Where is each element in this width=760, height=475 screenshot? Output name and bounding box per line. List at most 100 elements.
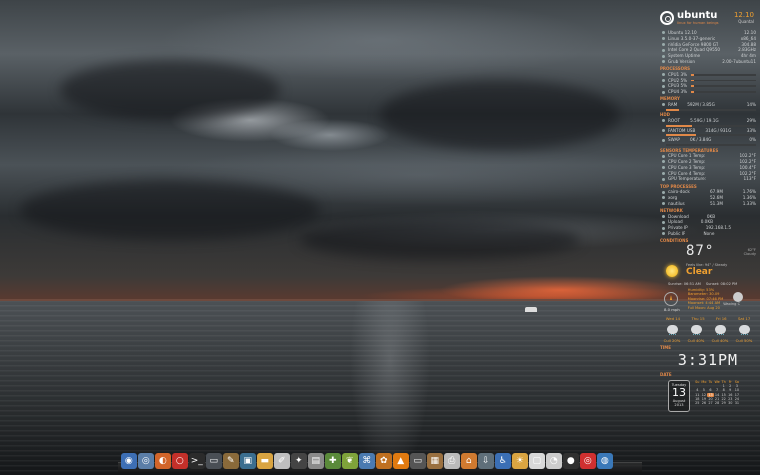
conky-system-monitor: ubuntu linux for human beings 12.10 Quan…	[656, 6, 760, 446]
dark-cloud	[300, 220, 580, 260]
disk-used: 5.59G	[690, 117, 703, 123]
cpu-bar	[691, 91, 756, 93]
digital-clock: 3:31PM	[677, 350, 739, 369]
wind-block: 8.0 mph	[664, 288, 680, 313]
monitor2-launcher[interactable]: ▭	[410, 453, 426, 469]
moon-icon	[733, 291, 744, 302]
accessibility-launcher[interactable]: ♿	[495, 453, 511, 469]
network-value: None	[703, 230, 715, 236]
cpu-bar	[691, 79, 756, 82]
network-icon: ⌘	[362, 455, 372, 466]
terminal-launcher[interactable]: >_	[189, 453, 205, 469]
bookmark-icon: ✚	[328, 455, 337, 466]
disk-icon	[662, 128, 665, 132]
release-version: 12.10 Quantal	[734, 11, 754, 24]
forecast-day: Wed 14	[665, 315, 681, 321]
calendar-day: 29	[721, 401, 726, 406]
calendar-day: 6	[709, 388, 712, 393]
web-browser-launcher[interactable]: ◎	[138, 453, 154, 469]
weather-detail-list: Humidity: 53% Barometer: 30.09 Moonrise:…	[688, 288, 723, 311]
home-folder-launcher[interactable]: ⌂	[461, 453, 477, 469]
leaf-launcher[interactable]: ❦	[342, 453, 358, 469]
disk-label: FANTOM USB	[668, 127, 696, 133]
folder-icon: ▬	[260, 455, 269, 466]
forecast-icons	[656, 322, 760, 338]
recorder-launcher[interactable]: ●	[563, 453, 579, 469]
inkscape-launcher[interactable]: ✦	[291, 453, 307, 469]
conky-header: ubuntu linux for human beings 12.10 Quan…	[656, 6, 760, 30]
firefox-launcher[interactable]: ◐	[155, 453, 171, 469]
network-row: Public IP None	[656, 231, 760, 237]
downloads-icon: ⇩	[481, 455, 490, 466]
earth-icon: ◍	[600, 455, 609, 466]
window-launcher[interactable]: ▢	[529, 453, 545, 469]
cpu-bar	[691, 73, 756, 76]
disk-label: SWAP	[668, 137, 680, 143]
eyes-launcher[interactable]: ◔	[546, 453, 562, 469]
printer-launcher[interactable]: ⎙	[444, 453, 460, 469]
files-launcher[interactable]: ▤	[308, 453, 324, 469]
downloads-launcher[interactable]: ⇩	[478, 453, 494, 469]
calendar-week: 25 26 27 28 29 30 31	[694, 401, 740, 405]
disk-bar	[666, 134, 756, 137]
disk-used: 314G	[705, 127, 717, 133]
calendar-day: 25	[695, 401, 700, 406]
weather-temp-row: 87° 62°F Cloudy	[656, 244, 760, 260]
process-mem: 51.3M	[710, 200, 723, 206]
rain-cloud-icon	[714, 325, 726, 336]
disk-percent: 33%	[746, 127, 756, 133]
thermometer-icon	[662, 177, 665, 181]
weather-icon: ☀	[515, 455, 524, 466]
eyes-icon: ◔	[549, 455, 558, 466]
monitor-launcher[interactable]: ▭	[206, 453, 222, 469]
thermometer-icon	[662, 154, 665, 158]
gimp-icon: ✎	[226, 455, 235, 466]
cpu-row: CPU4 3%	[656, 89, 760, 95]
date-widget: Tuesday 13 August 2013 Su Mo Tu We Th Fr Sa 1 2 3…	[656, 379, 760, 412]
network-launcher[interactable]: ⌘	[359, 453, 375, 469]
condition-label: Clear	[686, 267, 713, 278]
weather-launcher[interactable]: ☀	[512, 453, 528, 469]
lifebuoy-launcher[interactable]: ◎	[580, 453, 596, 469]
process-cpu: 1.33%	[742, 200, 756, 206]
info-bullet-icon	[662, 31, 665, 35]
folder-launcher[interactable]: ▬	[257, 453, 273, 469]
cpu-bullet-icon	[662, 73, 665, 77]
transmission-icon: ✿	[379, 455, 388, 466]
bookmark-launcher[interactable]: ✚	[325, 453, 341, 469]
cairo-dock: ◉ ◎ ◐ ○ >_ ▭ ✎ ▣ ▬ ✐ ✦ ▤ ✚ ❦ ⌘ ✿ ▲ ▭ ▦ ⎙ ⌂ ⇩ ♿ ☀ ▢ ◔ ● ◎ ◍	[118, 449, 642, 473]
recorder-icon: ●	[566, 455, 575, 466]
forecast-value: Cull 40%	[687, 337, 705, 343]
system-info: Ubuntu 12.10 12.10 Linux 3.5.0-37-generic x…	[656, 30, 760, 65]
network-list: Download 0KB Upload 0.0KB Private IP 192.168.…	[656, 214, 760, 237]
ram-label: RAM	[668, 101, 678, 107]
calendar-day: 28	[714, 401, 720, 406]
opera-launcher[interactable]: ○	[172, 453, 188, 469]
cpu-label: CPU4 3%	[668, 89, 688, 95]
temperature-list: CPU Core 1 Temp: 102.2°F CPU Core 2 Temp: 1…	[656, 153, 760, 182]
globe-launcher[interactable]: ◉	[121, 453, 137, 469]
transmission-launcher[interactable]: ✿	[376, 453, 392, 469]
forecast-value: Cull 40%	[711, 337, 729, 343]
monitor2-icon: ▭	[413, 455, 422, 466]
cpu-bar-fill	[691, 85, 695, 88]
monitor-icon: ▭	[209, 455, 218, 466]
temperature-value: 113°F	[743, 176, 757, 182]
moon-block: Waxing C	[723, 288, 744, 308]
calendar-day: 27	[708, 401, 713, 406]
disk-list: ROOT 5.59G/19.1G 29% FANTOM USB 314G/931G 33%…	[656, 117, 760, 147]
info-bullet-icon	[662, 60, 665, 64]
text-editor-launcher[interactable]: ✐	[274, 453, 290, 469]
thermometer-icon	[662, 171, 665, 175]
cpu-bar-fill	[691, 79, 695, 82]
printer-icon: ⎙	[448, 455, 456, 466]
calendar-day: 31	[734, 401, 740, 406]
archive-launcher[interactable]: ▦	[427, 453, 443, 469]
earth-launcher[interactable]: ◍	[597, 453, 613, 469]
vlc-launcher[interactable]: ▲	[393, 453, 409, 469]
rain-cloud-icon	[738, 325, 750, 336]
image-viewer-launcher[interactable]: ▣	[240, 453, 256, 469]
process-row: nautilus 51.3M 1.33%	[656, 201, 760, 207]
image-viewer-icon: ▣	[243, 455, 252, 466]
gimp-launcher[interactable]: ✎	[223, 453, 239, 469]
